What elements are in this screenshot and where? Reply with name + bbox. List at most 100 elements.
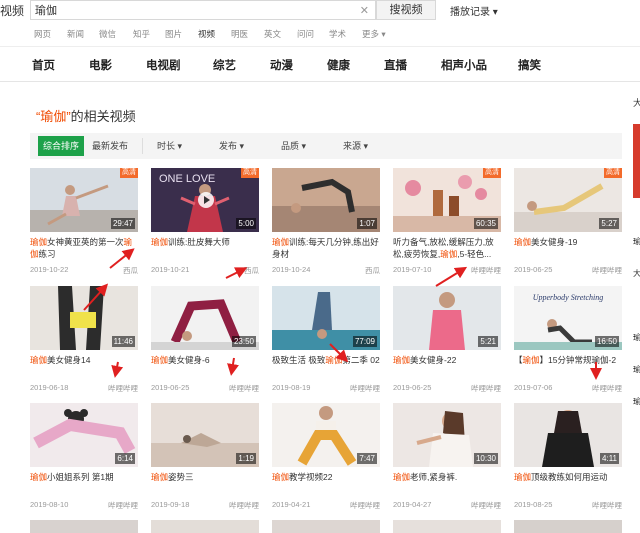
site-logo-fragment[interactable]: 视频: [0, 2, 24, 19]
video-meta: 2019-07-06 哔哩哔哩: [514, 383, 622, 393]
video-source[interactable]: 哔哩哔哩: [471, 383, 501, 394]
video-card[interactable]: 1:19 瑜伽姿势三 2019-09-18 哔哩哔哩: [151, 403, 259, 510]
video-source[interactable]: 哔哩哔哩: [229, 383, 259, 394]
cat-video[interactable]: 视频: [198, 28, 215, 40]
filter-source[interactable]: 来源 ▾: [343, 139, 368, 152]
video-card[interactable]: 6:14 瑜伽小姐姐系列 第1期 2019-08-10 哔哩哔哩: [30, 403, 138, 510]
cat-wechat[interactable]: 微信: [99, 28, 116, 40]
nav-live[interactable]: 直播: [384, 57, 407, 73]
video-title[interactable]: 瑜伽女神黄亚英的第一次瑜伽练习: [30, 236, 138, 260]
video-source[interactable]: 哔哩哔哩: [108, 383, 138, 394]
video-thumbnail[interactable]: 高清 5:27: [514, 168, 622, 232]
video-title[interactable]: 瑜伽训练:每天几分钟,练出好身材: [272, 236, 380, 260]
video-thumbnail[interactable]: Upperbody Stretching 16:50: [514, 286, 622, 350]
video-title[interactable]: 瑜伽训练:肚皮舞大师: [151, 236, 259, 260]
video-title[interactable]: 瑜伽顶级教练如何用运动: [514, 471, 622, 495]
side-ad-block[interactable]: [633, 124, 640, 198]
video-card[interactable]: 5:21 瑜伽美女健身-22 2019-06-25 哔哩哔哩: [393, 286, 501, 393]
cat-english[interactable]: 英文: [264, 28, 281, 40]
video-card[interactable]: 23:50 瑜伽美女健身-6 2019-06-25 哔哩哔哩: [151, 286, 259, 393]
video-title[interactable]: 瑜伽美女健身14: [30, 354, 138, 378]
video-source[interactable]: 哔哩哔哩: [229, 500, 259, 511]
video-card[interactable]: 77:09 极致生活 极致瑜伽第二季 02 2019-08-19 哔哩哔哩: [272, 286, 380, 393]
video-date: 2019-06-25: [151, 383, 190, 392]
video-thumbnail[interactable]: 1:07: [272, 168, 380, 232]
video-thumbnail[interactable]: 77:09: [272, 286, 380, 350]
video-source[interactable]: 哔哩哔哩: [592, 265, 622, 276]
side-fragment: 大: [633, 98, 640, 108]
video-card[interactable]: 高清 29:47 瑜伽女神黄亚英的第一次瑜伽练习 2019-10-22 西瓜: [30, 168, 138, 275]
video-thumbnail[interactable]: 6:14: [30, 403, 138, 467]
video-title[interactable]: 听力备气,放松,缓解压力,放松,疲劳恢复,瑜伽,5-轻色...: [393, 236, 501, 260]
video-thumbnail[interactable]: 1:19: [151, 403, 259, 467]
video-thumbnail[interactable]: 7:47: [272, 403, 380, 467]
duration-badge: 23:50: [231, 336, 256, 347]
video-card[interactable]: Upperbody Stretching 16:50 【瑜伽】15分钟常规瑜伽-…: [514, 286, 622, 393]
video-thumbnail[interactable]: 高清 60:35: [393, 168, 501, 232]
video-source[interactable]: 哔哩哔哩: [350, 500, 380, 511]
video-thumbnail[interactable]: 高清 29:47: [30, 168, 138, 232]
video-title[interactable]: 瑜伽美女健身-6: [151, 354, 259, 378]
video-thumbnail[interactable]: 4:11: [514, 403, 622, 467]
cat-web[interactable]: 网页: [34, 28, 51, 40]
sort-newest-button[interactable]: 最新发布: [92, 139, 128, 152]
video-card[interactable]: 1:07 瑜伽训练:每天几分钟,练出好身材 2019-10-24 西瓜: [272, 168, 380, 275]
video-thumbnail[interactable]: 10:30: [393, 403, 501, 467]
video-title[interactable]: 瑜伽姿势三: [151, 471, 259, 495]
hd-badge: 高清: [120, 168, 138, 178]
play-icon[interactable]: [198, 192, 214, 208]
nav-variety[interactable]: 综艺: [213, 57, 236, 73]
video-source[interactable]: 哔哩哔哩: [471, 500, 501, 511]
video-card[interactable]: ONE LOVE 高清 5:00 瑜伽训练:肚皮舞大师 2019-10-21 西瓜: [151, 168, 259, 275]
video-card[interactable]: 7:47 瑜伽教学视频22 2019-04-21 哔哩哔哩: [272, 403, 380, 510]
video-thumbnail[interactable]: ONE LOVE 高清 5:00: [151, 168, 259, 232]
video-title[interactable]: 极致生活 极致瑜伽第二季 02: [272, 354, 380, 378]
video-card[interactable]: 4:11 瑜伽顶级教练如何用运动 2019-08-25 哔哩哔哩: [514, 403, 622, 510]
close-icon[interactable]: ✕: [360, 4, 369, 17]
video-source[interactable]: 哔哩哔哩: [108, 500, 138, 511]
cat-zhihu[interactable]: 知乎: [133, 28, 150, 40]
video-card[interactable]: 10:30 瑜伽老师,紧身裤. 2019-04-27 哔哩哔哩: [393, 403, 501, 510]
video-source[interactable]: 西瓜: [365, 265, 380, 276]
video-source[interactable]: 西瓜: [244, 265, 259, 276]
video-title[interactable]: 瑜伽教学视频22: [272, 471, 380, 495]
video-source[interactable]: 哔哩哔哩: [350, 383, 380, 394]
video-thumbnail[interactable]: 11:46: [30, 286, 138, 350]
cat-wenwen[interactable]: 问问: [297, 28, 314, 40]
video-title[interactable]: 瑜伽美女健身-19: [514, 236, 622, 260]
cat-scholar[interactable]: 学术: [329, 28, 346, 40]
video-thumbnail[interactable]: 5:21: [393, 286, 501, 350]
cat-more[interactable]: 更多 ▾: [362, 28, 386, 40]
filter-duration[interactable]: 时长 ▾: [157, 139, 182, 152]
nav-home[interactable]: 首页: [32, 57, 55, 73]
search-input[interactable]: [31, 1, 351, 19]
video-source[interactable]: 西瓜: [123, 265, 138, 276]
video-title[interactable]: 瑜伽美女健身-22: [393, 354, 501, 378]
cat-news[interactable]: 新闻: [67, 28, 84, 40]
nav-tv[interactable]: 电视剧: [146, 57, 181, 73]
cat-med[interactable]: 明医: [231, 28, 248, 40]
nav-health[interactable]: 健康: [327, 57, 350, 73]
search-video-button[interactable]: 搜视频: [376, 0, 436, 20]
nav-crosstalk[interactable]: 相声小品: [441, 57, 487, 73]
sort-comprehensive-button[interactable]: 综合排序: [38, 136, 84, 156]
filter-quality[interactable]: 品质 ▾: [281, 139, 306, 152]
filter-publish[interactable]: 发布 ▾: [219, 139, 244, 152]
nav-anime[interactable]: 动漫: [270, 57, 293, 73]
video-title[interactable]: 瑜伽小姐姐系列 第1期: [30, 471, 138, 495]
video-source[interactable]: 哔哩哔哩: [592, 500, 622, 511]
video-source[interactable]: 哔哩哔哩: [471, 265, 501, 276]
video-title[interactable]: 瑜伽老师,紧身裤.: [393, 471, 501, 495]
nav-movie[interactable]: 电影: [89, 57, 112, 73]
video-title[interactable]: 【瑜伽】15分钟常规瑜伽-2: [514, 354, 622, 378]
video-thumbnail[interactable]: 23:50: [151, 286, 259, 350]
search-box[interactable]: ✕: [30, 0, 376, 20]
video-card[interactable]: 高清 60:35 听力备气,放松,缓解压力,放松,疲劳恢复,瑜伽,5-轻色...…: [393, 168, 501, 275]
video-source[interactable]: 哔哩哔哩: [592, 383, 622, 394]
cat-images[interactable]: 图片: [165, 28, 182, 40]
nav-funny[interactable]: 搞笑: [518, 57, 541, 73]
title-keyword: 瑜伽: [272, 472, 290, 482]
play-history-menu[interactable]: 播放记录 ▾: [450, 3, 498, 18]
video-card[interactable]: 11:46 瑜伽美女健身14 2019-06-18 哔哩哔哩: [30, 286, 138, 393]
video-card[interactable]: 高清 5:27 瑜伽美女健身-19 2019-06-25 哔哩哔哩: [514, 168, 622, 275]
